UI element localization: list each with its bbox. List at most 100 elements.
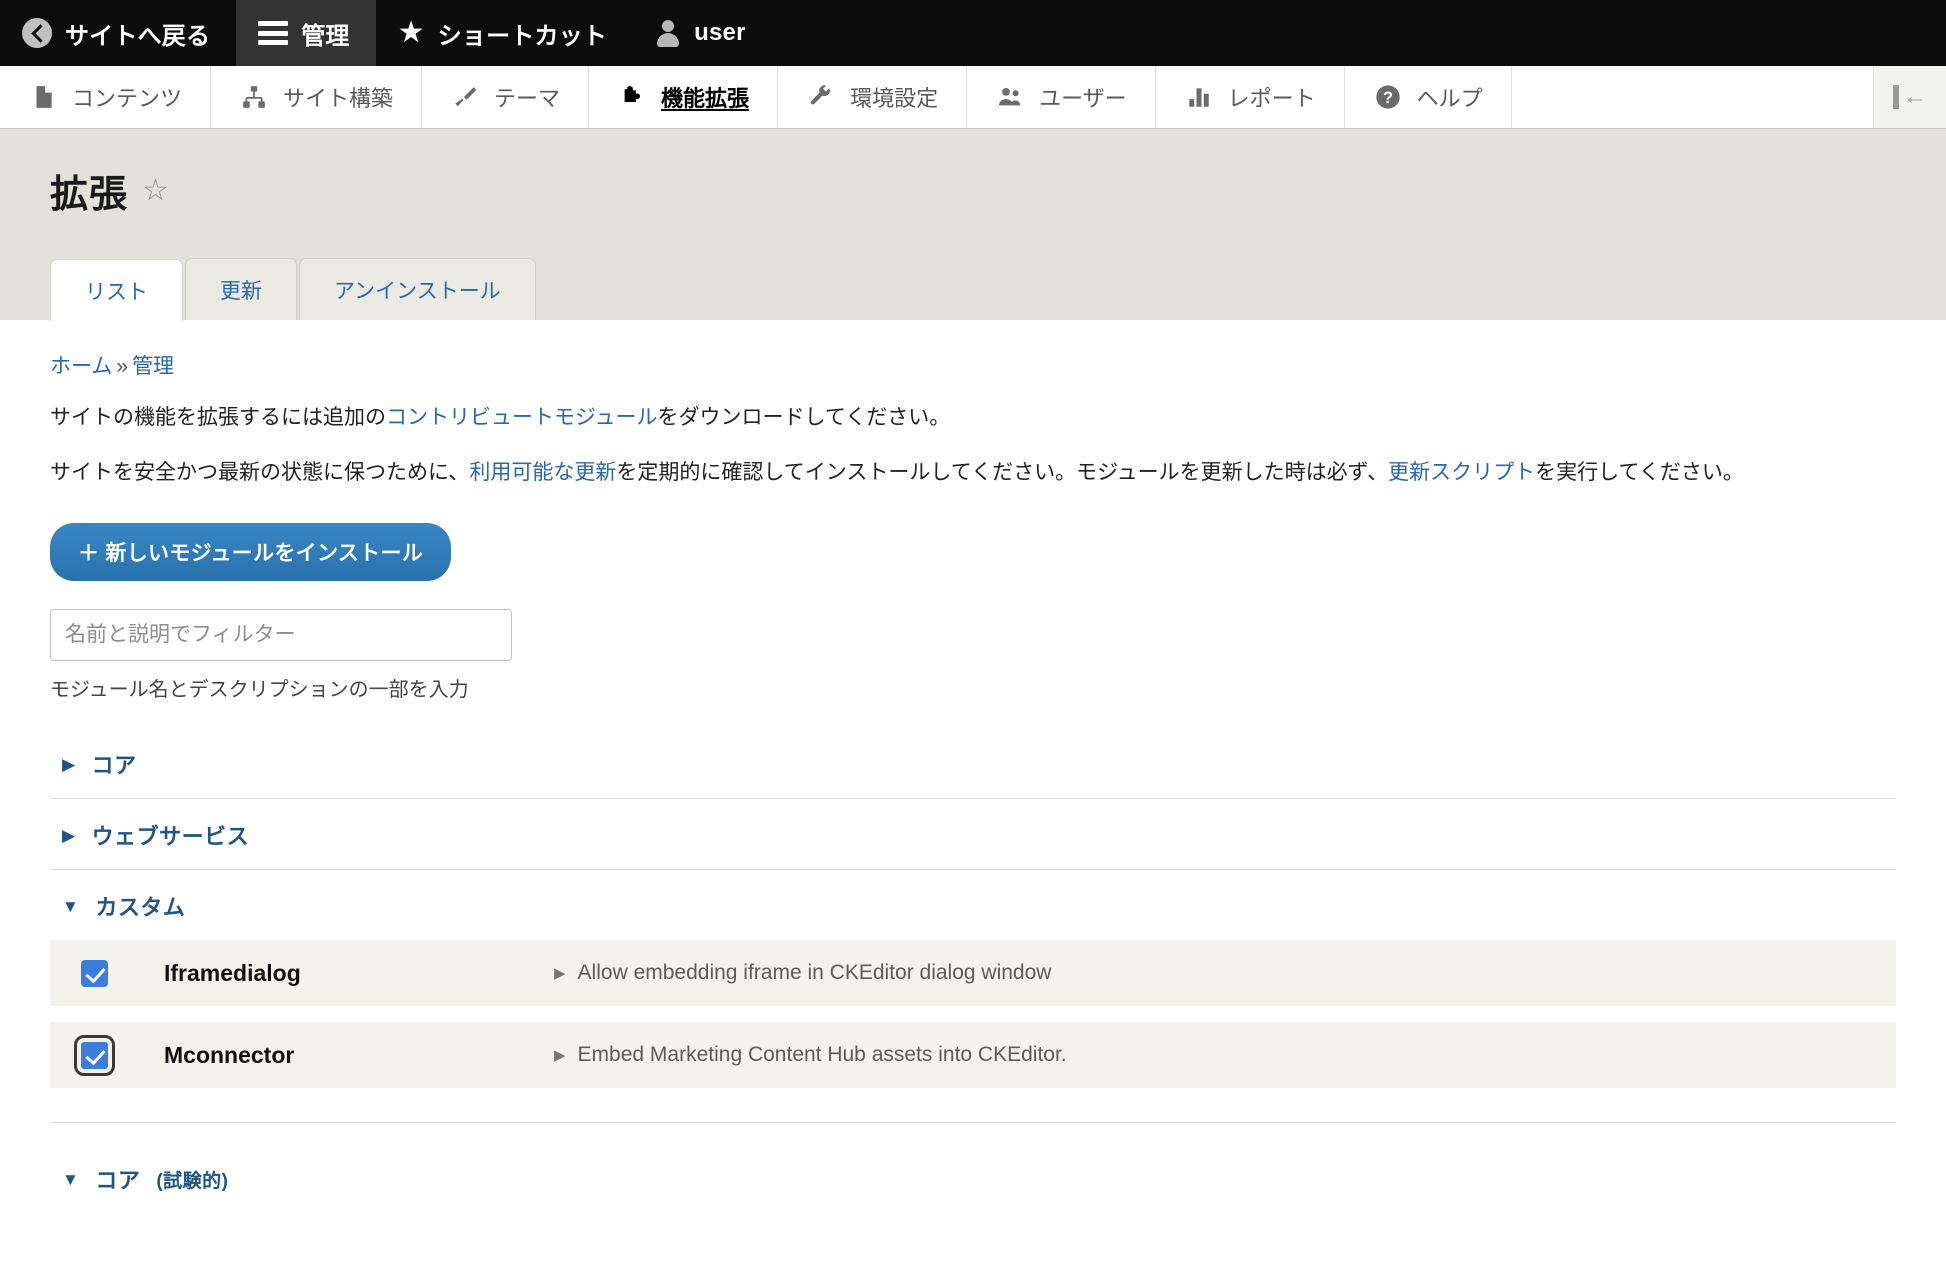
toolbar-item-user[interactable]: user <box>633 0 772 66</box>
tab-list[interactable]: リスト <box>50 259 183 321</box>
bar-chart-icon <box>1184 82 1214 112</box>
module-list: Iframedialog ▶ Allow embedding iframe in… <box>50 940 1896 1089</box>
primary-tabs: リスト 更新 アンインストール <box>50 258 1946 321</box>
question-circle-icon: ? <box>1373 82 1403 112</box>
svg-text:?: ? <box>1383 89 1393 107</box>
admin-menu-item-configuration[interactable]: 環境設定 <box>778 66 968 128</box>
star-icon: ★ <box>397 16 425 49</box>
package-section-custom: ▼ カスタム Iframedialog ▶ Allow embedding if… <box>50 869 1896 1122</box>
back-arrow-icon <box>22 18 52 48</box>
module-description-cell[interactable]: ▶ Embed Marketing Content Hub assets int… <box>554 1043 1067 1067</box>
chevron-right-icon: ▶ <box>554 965 566 983</box>
admin-menu-item-label: サイト構築 <box>283 86 394 111</box>
package-toggle-core-experimental[interactable]: ▼ コア (試験的) <box>50 1163 1896 1195</box>
package-label: ウェブサービス <box>91 824 250 850</box>
admin-menu-item-label: ユーザー <box>1039 86 1127 111</box>
page-title-text: 拡張 <box>50 174 129 216</box>
package-label: コア <box>95 1168 141 1194</box>
tab-update[interactable]: 更新 <box>185 258 297 320</box>
admin-menu-item-label: レポート <box>1227 86 1316 111</box>
breadcrumb-separator: » <box>116 355 129 378</box>
module-enable-cell <box>64 1034 124 1076</box>
module-name: Iframedialog <box>164 959 301 986</box>
intro-2-middle: を定期的に確認してインストールしてください。モジュールを更新した時は必ず、 <box>616 460 1389 484</box>
admin-menu-item-label: 機能拡張 <box>661 86 750 111</box>
admin-menu-item-content[interactable]: コンテンツ <box>0 66 212 128</box>
install-new-module-button[interactable]: ＋ 新しいモジュールをインストール <box>50 523 452 582</box>
intro-1-after: をダウンロードしてください。 <box>657 406 951 429</box>
module-enable-cell <box>64 959 124 987</box>
intro-2-before: サイトを安全かつ最新の状態に保つために、 <box>50 460 470 484</box>
toolbar-item-label: サイトへ戻る <box>65 22 211 50</box>
page-header: 拡張 ☆ リスト 更新 アンインストール <box>0 129 1946 321</box>
admin-menu-item-reports[interactable]: レポート <box>1156 66 1345 128</box>
tab-label: 更新 <box>220 280 262 303</box>
paintbrush-icon <box>450 82 480 112</box>
update-script-link[interactable]: 更新スクリプト <box>1388 461 1535 484</box>
breadcrumb-link-home[interactable]: ホーム <box>50 355 112 378</box>
toolbar-item-shortcuts[interactable]: ★ ショートカット <box>376 0 634 66</box>
admin-menu-item-label: コンテンツ <box>72 86 183 111</box>
toolbar-item-label: ショートカット <box>437 22 608 50</box>
admin-menu-item-people[interactable]: ユーザー <box>967 66 1156 128</box>
package-section-core-experimental: ▼ コア (試験的) <box>50 1122 1896 1213</box>
main-content: ホーム» 管理 サイトの機能を拡張するには追加のコントリビュートモジュールをダウン… <box>0 320 1946 1214</box>
star-outline-icon[interactable]: ☆ <box>142 175 170 206</box>
admin-menu-item-appearance[interactable]: テーマ <box>422 66 590 128</box>
module-enable-checkbox[interactable] <box>73 1034 115 1076</box>
toolbar-item-back-to-site[interactable]: サイトへ戻る <box>0 0 236 66</box>
tab-label: リスト <box>85 281 148 304</box>
available-updates-link[interactable]: 利用可能な更新 <box>469 461 616 484</box>
contributed-modules-link[interactable]: コントリビュートモジュール <box>386 406 658 429</box>
module-description: Allow embedding iframe in CKEditor dialo… <box>577 961 1052 985</box>
chevron-right-icon: ▶ <box>554 1047 566 1065</box>
module-enable-checkbox[interactable] <box>80 959 108 987</box>
module-filter-input[interactable] <box>50 609 512 662</box>
admin-menu-item-label: 環境設定 <box>850 86 939 111</box>
chevron-down-icon: ▼ <box>62 1169 80 1189</box>
package-toggle-custom[interactable]: ▼ カスタム <box>50 890 1896 922</box>
intro-paragraph-1: サイトの機能を拡張するには追加のコントリビュートモジュールをダウンロードしてくだ… <box>50 402 1896 435</box>
intro-2-after: を実行してください。 <box>1535 460 1744 484</box>
chevron-right-icon: ▶ <box>62 754 76 774</box>
admin-menu-item-help[interactable]: ? ヘルプ <box>1345 66 1512 128</box>
intro-paragraph-2: サイトを安全かつ最新の状態に保つために、利用可能な更新を定期的に確認してインスト… <box>50 457 1896 490</box>
collapse-toolbar-icon[interactable]: ← <box>1874 66 1946 128</box>
chevron-right-icon: ▶ <box>62 825 76 845</box>
breadcrumb-link-manage[interactable]: 管理 <box>132 355 174 378</box>
admin-menu-item-label: テーマ <box>494 86 561 111</box>
user-icon <box>655 19 681 47</box>
filter-section: モジュール名とデスクリプションの一部を入力 <box>50 609 1896 702</box>
toolbar-item-manage[interactable]: 管理 <box>236 0 376 66</box>
tab-uninstall[interactable]: アンインストール <box>299 258 536 320</box>
package-toggle-web-services[interactable]: ▶ ウェブサービス <box>50 819 1896 851</box>
hamburger-icon <box>258 21 289 45</box>
admin-menu-item-label: ヘルプ <box>1416 86 1483 111</box>
page-title: 拡張 ☆ <box>50 163 1946 218</box>
package-section-web-services: ▶ ウェブサービス <box>50 798 1896 869</box>
intro-1-before: サイトの機能を拡張するには追加の <box>50 406 386 429</box>
sitemap-icon <box>239 82 269 112</box>
toolbar-item-label: user <box>694 19 746 46</box>
tab-label: アンインストール <box>334 280 501 303</box>
puzzle-icon <box>617 82 647 112</box>
admin-menu-bar: コンテンツ サイト構築 テーマ 機能拡張 環境設定 ユーザー レポート ? ヘル… <box>0 66 1946 129</box>
breadcrumb: ホーム» 管理 <box>50 320 1896 380</box>
admin-menu-item-structure[interactable]: サイト構築 <box>211 66 423 128</box>
module-description-cell[interactable]: ▶ Allow embedding iframe in CKEditor dia… <box>554 961 1051 985</box>
admin-menu-item-extend[interactable]: 機能拡張 <box>589 66 779 128</box>
admin-menu-spacer <box>1512 66 1874 128</box>
toolbar-item-label: 管理 <box>301 22 350 50</box>
document-icon <box>28 82 58 112</box>
table-row: Iframedialog ▶ Allow embedding iframe in… <box>50 940 1896 1007</box>
package-label: コア <box>91 753 137 779</box>
package-label: カスタム <box>95 895 186 921</box>
table-row: Mconnector ▶ Embed Marketing Content Hub… <box>50 1022 1896 1089</box>
module-name: Mconnector <box>164 1041 295 1068</box>
package-section-core: ▶ コア <box>50 702 1896 798</box>
chevron-down-icon: ▼ <box>62 896 80 916</box>
package-label-suffix: (試験的) <box>156 1170 229 1192</box>
admin-toolbar: サイトへ戻る 管理 ★ ショートカット user <box>0 0 1946 66</box>
wrench-icon <box>806 82 836 112</box>
package-toggle-core[interactable]: ▶ コア <box>50 748 1896 780</box>
